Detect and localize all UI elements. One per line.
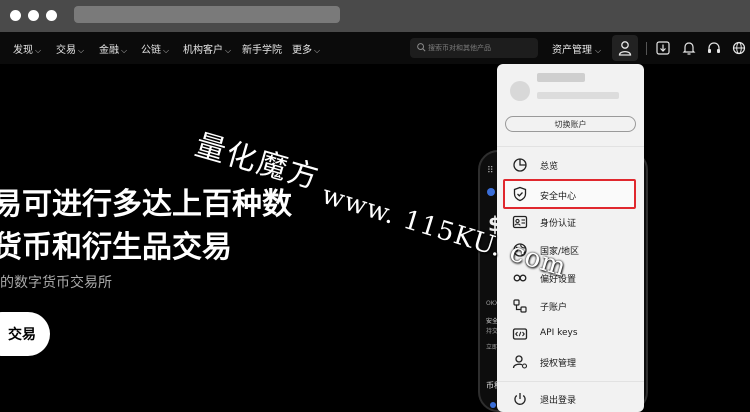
nav-item-trade[interactable]: 交易 ⌵ xyxy=(56,41,84,56)
sub-account-icon xyxy=(513,299,527,313)
chevron-down-icon: ⌵ xyxy=(595,46,602,55)
headset-icon[interactable] xyxy=(706,40,722,56)
menu-item-security-center[interactable]: 安全中心 xyxy=(503,179,636,209)
window-close-dot[interactable] xyxy=(10,10,21,21)
chevron-down-icon: ⌵ xyxy=(35,46,42,55)
window-maximize-dot[interactable] xyxy=(46,10,57,21)
grid-icon: ⠿ xyxy=(487,166,494,176)
search-input[interactable]: 搜索币对和其他产品 xyxy=(410,38,538,58)
menu-item-overview[interactable]: 总览 xyxy=(503,152,636,178)
nav-divider xyxy=(646,42,647,55)
chevron-down-icon: ⌵ xyxy=(314,46,321,55)
nav-item-institutional[interactable]: 机构客户 ⌵ xyxy=(183,41,231,56)
authorization-icon xyxy=(512,355,528,369)
nav-item-academy[interactable]: 新手学院 xyxy=(242,41,282,56)
top-nav: 发现 ⌵ 交易 ⌵ 金融 ⌵ 公链 ⌵ 机构客户 ⌵ 新手学院 更多 ⌵ 搜索币对和其他产品… xyxy=(0,32,750,64)
menu-item-api-keys[interactable]: API keys xyxy=(503,321,636,347)
search-placeholder: 搜索币对和其他产品 xyxy=(428,44,491,52)
user-icon xyxy=(618,41,632,56)
shield-icon xyxy=(513,186,527,202)
asset-management-menu[interactable]: 资产管理 ⌵ xyxy=(552,41,601,56)
chevron-down-icon: ⌵ xyxy=(225,46,232,55)
search-icon xyxy=(417,43,426,52)
power-icon xyxy=(514,393,526,405)
menu-divider xyxy=(497,381,644,382)
download-icon[interactable] xyxy=(655,40,671,56)
account-name-blurred xyxy=(537,73,585,82)
address-bar[interactable] xyxy=(74,6,340,23)
nav-item-chain[interactable]: 公链 ⌵ xyxy=(141,41,169,56)
nav-item-more[interactable]: 更多 ⌵ xyxy=(292,41,320,56)
hero-trade-button[interactable]: 交易 xyxy=(0,312,50,356)
menu-divider xyxy=(497,146,644,147)
overview-icon xyxy=(513,158,527,172)
hero-subtitle: 的数字货币交易所 xyxy=(0,275,112,291)
menu-item-sub-account[interactable]: 子账户 xyxy=(503,293,636,319)
bell-icon[interactable] xyxy=(681,40,697,56)
nav-item-finance[interactable]: 金融 ⌵ xyxy=(99,41,127,56)
chevron-down-icon: ⌵ xyxy=(163,46,170,55)
chevron-down-icon: ⌵ xyxy=(78,46,85,55)
window-minimize-dot[interactable] xyxy=(28,10,39,21)
menu-item-identity-verification[interactable]: 身份认证 xyxy=(503,209,636,235)
menu-item-logout[interactable]: 退出登录 xyxy=(503,386,636,412)
menu-item-authorization[interactable]: 授权管理 xyxy=(503,349,636,375)
id-card-icon xyxy=(512,215,528,229)
phone-logo-dot xyxy=(487,188,495,196)
api-icon xyxy=(512,328,528,340)
switch-account-button[interactable]: 切换账户 xyxy=(505,116,636,132)
globe-icon[interactable] xyxy=(731,40,747,56)
hero-headline-line1: 易可进行多达上百种数 xyxy=(0,187,292,222)
user-account-button[interactable] xyxy=(612,35,638,61)
nav-item-discover[interactable]: 发现 ⌵ xyxy=(13,41,41,56)
account-uid-blurred xyxy=(537,92,619,99)
browser-chrome xyxy=(0,0,750,32)
chevron-down-icon: ⌵ xyxy=(121,46,128,55)
phone-coin-dot xyxy=(490,402,496,408)
hero-headline-line2: 货币和衍生品交易 xyxy=(0,230,232,265)
avatar xyxy=(510,81,530,101)
